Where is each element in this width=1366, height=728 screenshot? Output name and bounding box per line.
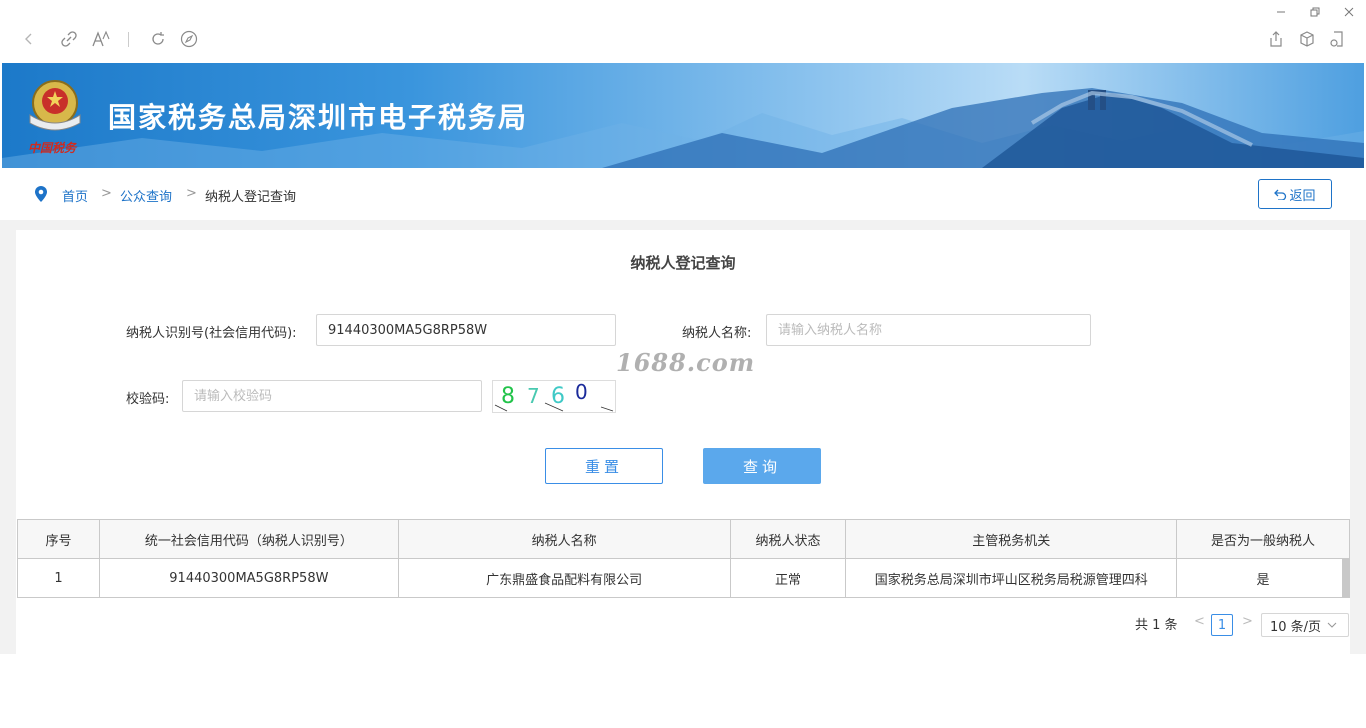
captcha-digit: 6 [551, 384, 565, 409]
pagination-current-page[interactable]: 1 [1211, 614, 1233, 636]
table-cell: 是 [1176, 558, 1350, 598]
minimize-icon[interactable] [1271, 4, 1291, 20]
cube-icon[interactable] [1294, 26, 1320, 52]
font-size-icon[interactable] [88, 26, 114, 52]
form-title: 纳税人登记查询 [630, 254, 736, 272]
taxpayer-name-input[interactable] [766, 314, 1091, 346]
site-banner: 中国税务 国家税务总局深圳市电子税务局 [2, 63, 1364, 168]
breadcrumb-separator: > [101, 186, 112, 201]
pagination-total: 共 1 条 [1135, 618, 1178, 633]
table-row: 1 91440300MA5G8RP58W 广东鼎盛食品配料有限公司 正常 国家税… [17, 558, 1350, 598]
site-title: 国家税务总局深圳市电子税务局 [108, 101, 529, 134]
query-panel: 纳税人登记查询 纳税人识别号(社会信用代码): 纳税人名称: 校验码: 8 7 … [16, 230, 1350, 654]
share-icon[interactable] [1263, 26, 1289, 52]
column-header: 是否为一般纳税人 [1176, 519, 1350, 559]
page-size-value: 10 条/页 [1270, 619, 1322, 635]
pagination-prev[interactable]: < [1194, 614, 1205, 629]
user-settings-icon[interactable] [1324, 26, 1350, 52]
captcha-label: 校验码: [126, 392, 170, 407]
back-icon[interactable] [16, 26, 42, 52]
table-cell: 91440300MA5G8RP58W [98, 558, 399, 598]
table-scrollbar[interactable] [1342, 559, 1350, 597]
column-header: 纳税人状态 [729, 519, 847, 559]
table-cell: 广东鼎盛食品配料有限公司 [397, 558, 731, 598]
tax-emblem-logo: 中国税务 [24, 73, 86, 163]
breadcrumb-current: 纳税人登记查询 [205, 190, 297, 205]
captcha-digit: 0 [575, 381, 588, 404]
pagination-next[interactable]: > [1242, 614, 1253, 629]
reset-button[interactable]: 重置 [545, 448, 663, 484]
toolbar-divider [128, 32, 129, 47]
results-table: 序号 统一社会信用代码（纳税人识别号） 纳税人名称 纳税人状态 主管税务机关 是… [17, 519, 1350, 598]
captcha-image[interactable]: 8 7 6 0 [492, 380, 616, 413]
return-button-label: 返回 [1289, 188, 1316, 204]
refresh-icon[interactable] [145, 26, 171, 52]
breadcrumb-separator: > [186, 186, 197, 201]
breadcrumb-public-query[interactable]: 公众查询 [120, 186, 172, 205]
breadcrumb: 首页 > 公众查询 > 纳税人登记查询 [0, 168, 1366, 220]
return-arrow-icon [1274, 189, 1287, 200]
table-cell: 国家税务总局深圳市坪山区税务局税源管理四科 [845, 558, 1178, 598]
compass-icon[interactable] [176, 26, 202, 52]
chevron-down-icon [1327, 622, 1337, 628]
breadcrumb-home[interactable]: 首页 [62, 186, 88, 205]
table-header-row: 序号 统一社会信用代码（纳税人识别号） 纳税人名称 纳税人状态 主管税务机关 是… [17, 519, 1350, 559]
column-header: 序号 [17, 519, 100, 559]
captcha-digit: 8 [501, 384, 515, 409]
table-cell: 1 [17, 558, 100, 598]
location-pin-icon [33, 185, 49, 207]
column-header: 统一社会信用代码（纳税人识别号） [98, 519, 399, 559]
return-button[interactable]: 返回 [1258, 179, 1332, 209]
restore-icon[interactable] [1305, 4, 1325, 20]
captcha-input[interactable] [182, 380, 482, 412]
taxpayer-name-label: 纳税人名称: [682, 326, 752, 341]
logo-caption: 中国税务 [28, 141, 77, 155]
query-button[interactable]: 查询 [703, 448, 821, 484]
column-header: 纳税人名称 [397, 519, 731, 559]
taxpayer-id-label: 纳税人识别号(社会信用代码): [126, 326, 297, 341]
page-size-select[interactable]: 10 条/页 [1261, 613, 1349, 637]
watermark: 1688.com [616, 348, 756, 377]
table-cell: 正常 [729, 558, 847, 598]
close-icon[interactable] [1339, 4, 1359, 20]
captcha-digit: 7 [527, 384, 540, 408]
taxpayer-id-input[interactable] [316, 314, 616, 346]
browser-toolbar [0, 0, 1366, 62]
link-icon[interactable] [56, 26, 82, 52]
column-header: 主管税务机关 [845, 519, 1178, 559]
